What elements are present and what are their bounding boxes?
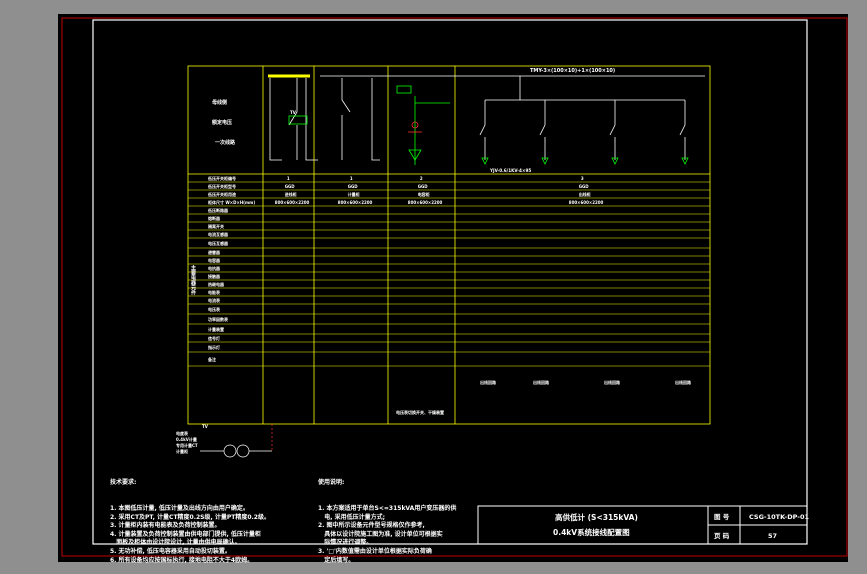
row-label-12: 接触器 <box>208 273 221 279</box>
meter-l5: 计量柜 <box>176 448 188 454</box>
cell-panel_uses-1: 计量柜 <box>348 191 360 197</box>
cell-sizes-0: 800×600×2200 <box>275 200 310 205</box>
left-header-3: 一次线路 <box>215 139 236 146</box>
drawing-no: CSG-10TK-DP-01 <box>749 513 810 521</box>
cell-panel_nos-1: 1 <box>350 176 353 181</box>
notes-left-lines: 1. 本图低压计量, 低压计量及出线方向由用户确定。 2. 采用CT及PT, 计量… <box>110 505 270 565</box>
row-label-4: 低压断路器 <box>207 207 229 213</box>
bottom-red-3: 出线回路 <box>675 379 691 385</box>
row-label-18: 计量装置 <box>208 326 224 332</box>
cell-panel_uses-3: 出线柜 <box>579 191 591 197</box>
notes-right-lines: 1. 本方案适用于单台S<=315kVA用户变压器的供 电, 采用低压计量方式;… <box>318 505 456 565</box>
cell-panel_types-3: GGD <box>579 184 590 189</box>
meter-l2: 电度表 <box>176 430 188 436</box>
feeder-switch-1 <box>539 124 546 136</box>
busbar-label: TMY-3×(100×10)+1×(100×10) <box>530 68 615 74</box>
row-label-5: 熔断器 <box>208 215 221 221</box>
title-line1: 高供低计 (S<315kVA) <box>555 512 638 522</box>
side-header: 主要电器元件 <box>190 264 197 296</box>
cell-sizes-3: 800×600×2200 <box>569 200 604 205</box>
cell-panel_nos-0: 1 <box>287 176 290 181</box>
row-label-6: 隔离开关 <box>208 223 224 229</box>
row-label-20: 指示灯 <box>208 344 220 350</box>
cell-panel_uses-0: 进线柜 <box>285 191 297 197</box>
outgoing-feeders <box>479 76 689 165</box>
label-page: 页 码 <box>714 532 730 540</box>
row-label-9: 避雷器 <box>208 249 221 255</box>
notes-left-line-0: 1. 本图低压计量, 低压计量及出线方向由用户确定。 <box>110 504 249 512</box>
meter-l4: 专用计量CT <box>176 442 198 448</box>
row-label-10: 电容器 <box>208 257 221 263</box>
notes-left-line-1: 2. 采用CT及PT, 计量CT精度0.2S级, 计量PT精度0.2级。 <box>110 513 270 521</box>
row-label-21: 备注 <box>207 356 216 362</box>
notes-right-line-1: 电, 采用低压计量方式; <box>318 513 386 521</box>
feeder-switch-2 <box>609 124 616 136</box>
meter-sketch <box>200 424 273 458</box>
label-drawing-no: 图 号 <box>714 512 730 521</box>
footer-note: 电压表切换开关、干燥装置 <box>396 409 444 415</box>
notes-right: 使用说明: 1. 本方案适用于单台S<=315kVA用户变压器的供 电, 采用低… <box>318 462 456 574</box>
row-label-15: 电流表 <box>208 297 220 303</box>
title-block <box>477 505 808 545</box>
notes-right-line-2: 2. 图中所示设备元件型号规格仅作参考, <box>318 522 425 530</box>
page-no: 57 <box>768 532 777 540</box>
row-label-11: 电抗器 <box>208 265 221 271</box>
cell-sizes-2: 800×600×2200 <box>408 200 443 205</box>
notes-left-line-2: 3. 计量柜内装有电能表及负荷控制装置。 <box>110 522 221 530</box>
meter-box-label: TV <box>290 110 297 115</box>
notes-left-line-4: 面板及柜体由设计院设计, 计量由供电局确认。 <box>110 539 241 547</box>
meter-l1: TV <box>202 424 209 429</box>
row-label-8: 电压互感器 <box>208 240 229 246</box>
cell-values: 1 1 2 3 GGD GGD GGD GGD 进线柜 计量柜 电容柜 出线柜 800×600×2200… <box>275 176 691 415</box>
notes-left: 技术要求: 1. 本图低压计量, 低压计量及出线方向由用户确定。 2. 采用CT及… <box>110 462 270 574</box>
notes-right-line-5: 3. '□'内数值需由设计单位根据实际负荷确 <box>318 547 432 555</box>
row-label-2: 低压开关柜用途 <box>207 191 236 197</box>
cell-panel_nos-3: 3 <box>581 176 584 181</box>
bottom-red-1: 出线回路 <box>533 379 549 385</box>
feeder-switch-3 <box>679 124 686 136</box>
left-header-2: 额定电压 <box>212 119 232 126</box>
cell-panel_uses-2: 电容柜 <box>418 191 430 197</box>
cell-panel_types-0: GGD <box>285 184 296 189</box>
incoming-circuit <box>269 78 380 161</box>
notes-right-heading: 使用说明: <box>318 479 345 487</box>
notes-left-heading: 技术要求: <box>110 479 137 487</box>
row-label-3: 柜体尺寸 W×D×H(mm) <box>207 199 255 205</box>
row-label-14: 电能表 <box>208 289 220 295</box>
notes-right-line-6: 定后填写。 <box>318 556 355 564</box>
row-label-16: 电压表 <box>208 306 220 312</box>
notes-right-line-0: 1. 本方案适用于单台S<=315kVA用户变压器的供 <box>318 504 457 512</box>
left-header-1: 母线侧 <box>212 99 227 106</box>
bottom-red-2: 出线回路 <box>604 379 620 385</box>
cell-panel_types-2: GGD <box>418 184 429 189</box>
row-lines <box>188 181 710 367</box>
notes-left-line-6: 6. 所有设备均应按国标执行, 接地电阻不大于4欧姆。 <box>110 556 254 564</box>
row-label-17: 功率因数表 <box>208 316 228 322</box>
row-label-19: 信号灯 <box>208 335 220 341</box>
title-line2: 0.4kV系统接线配置图 <box>553 527 630 537</box>
cell-panel_types-1: GGD <box>348 184 359 189</box>
cell-sizes-1: 800×600×2200 <box>338 200 373 205</box>
row-label-13: 热继电器 <box>208 281 225 287</box>
row-label-0: 低压开关柜编号 <box>207 175 236 181</box>
row-label-1: 低压开关柜型号 <box>207 183 236 189</box>
row-label-7: 电流互感器 <box>208 231 229 237</box>
bottom-red-0: 出线回路 <box>480 379 496 385</box>
diagram-table <box>187 65 711 425</box>
feeder-switch-0 <box>479 124 486 136</box>
capacitor-circuit <box>396 85 450 165</box>
feeder-cable-label: YJV-0.6/1KV-4×95 <box>489 168 531 173</box>
meter-l3: 0.4kV计量 <box>176 436 197 442</box>
notes-left-line-5: 5. 无功补偿, 低压电容器采用自动投切装置。 <box>110 547 231 555</box>
notes-right-line-4: 际情况进行调整。 <box>318 539 373 547</box>
cell-panel_nos-2: 2 <box>420 176 423 181</box>
